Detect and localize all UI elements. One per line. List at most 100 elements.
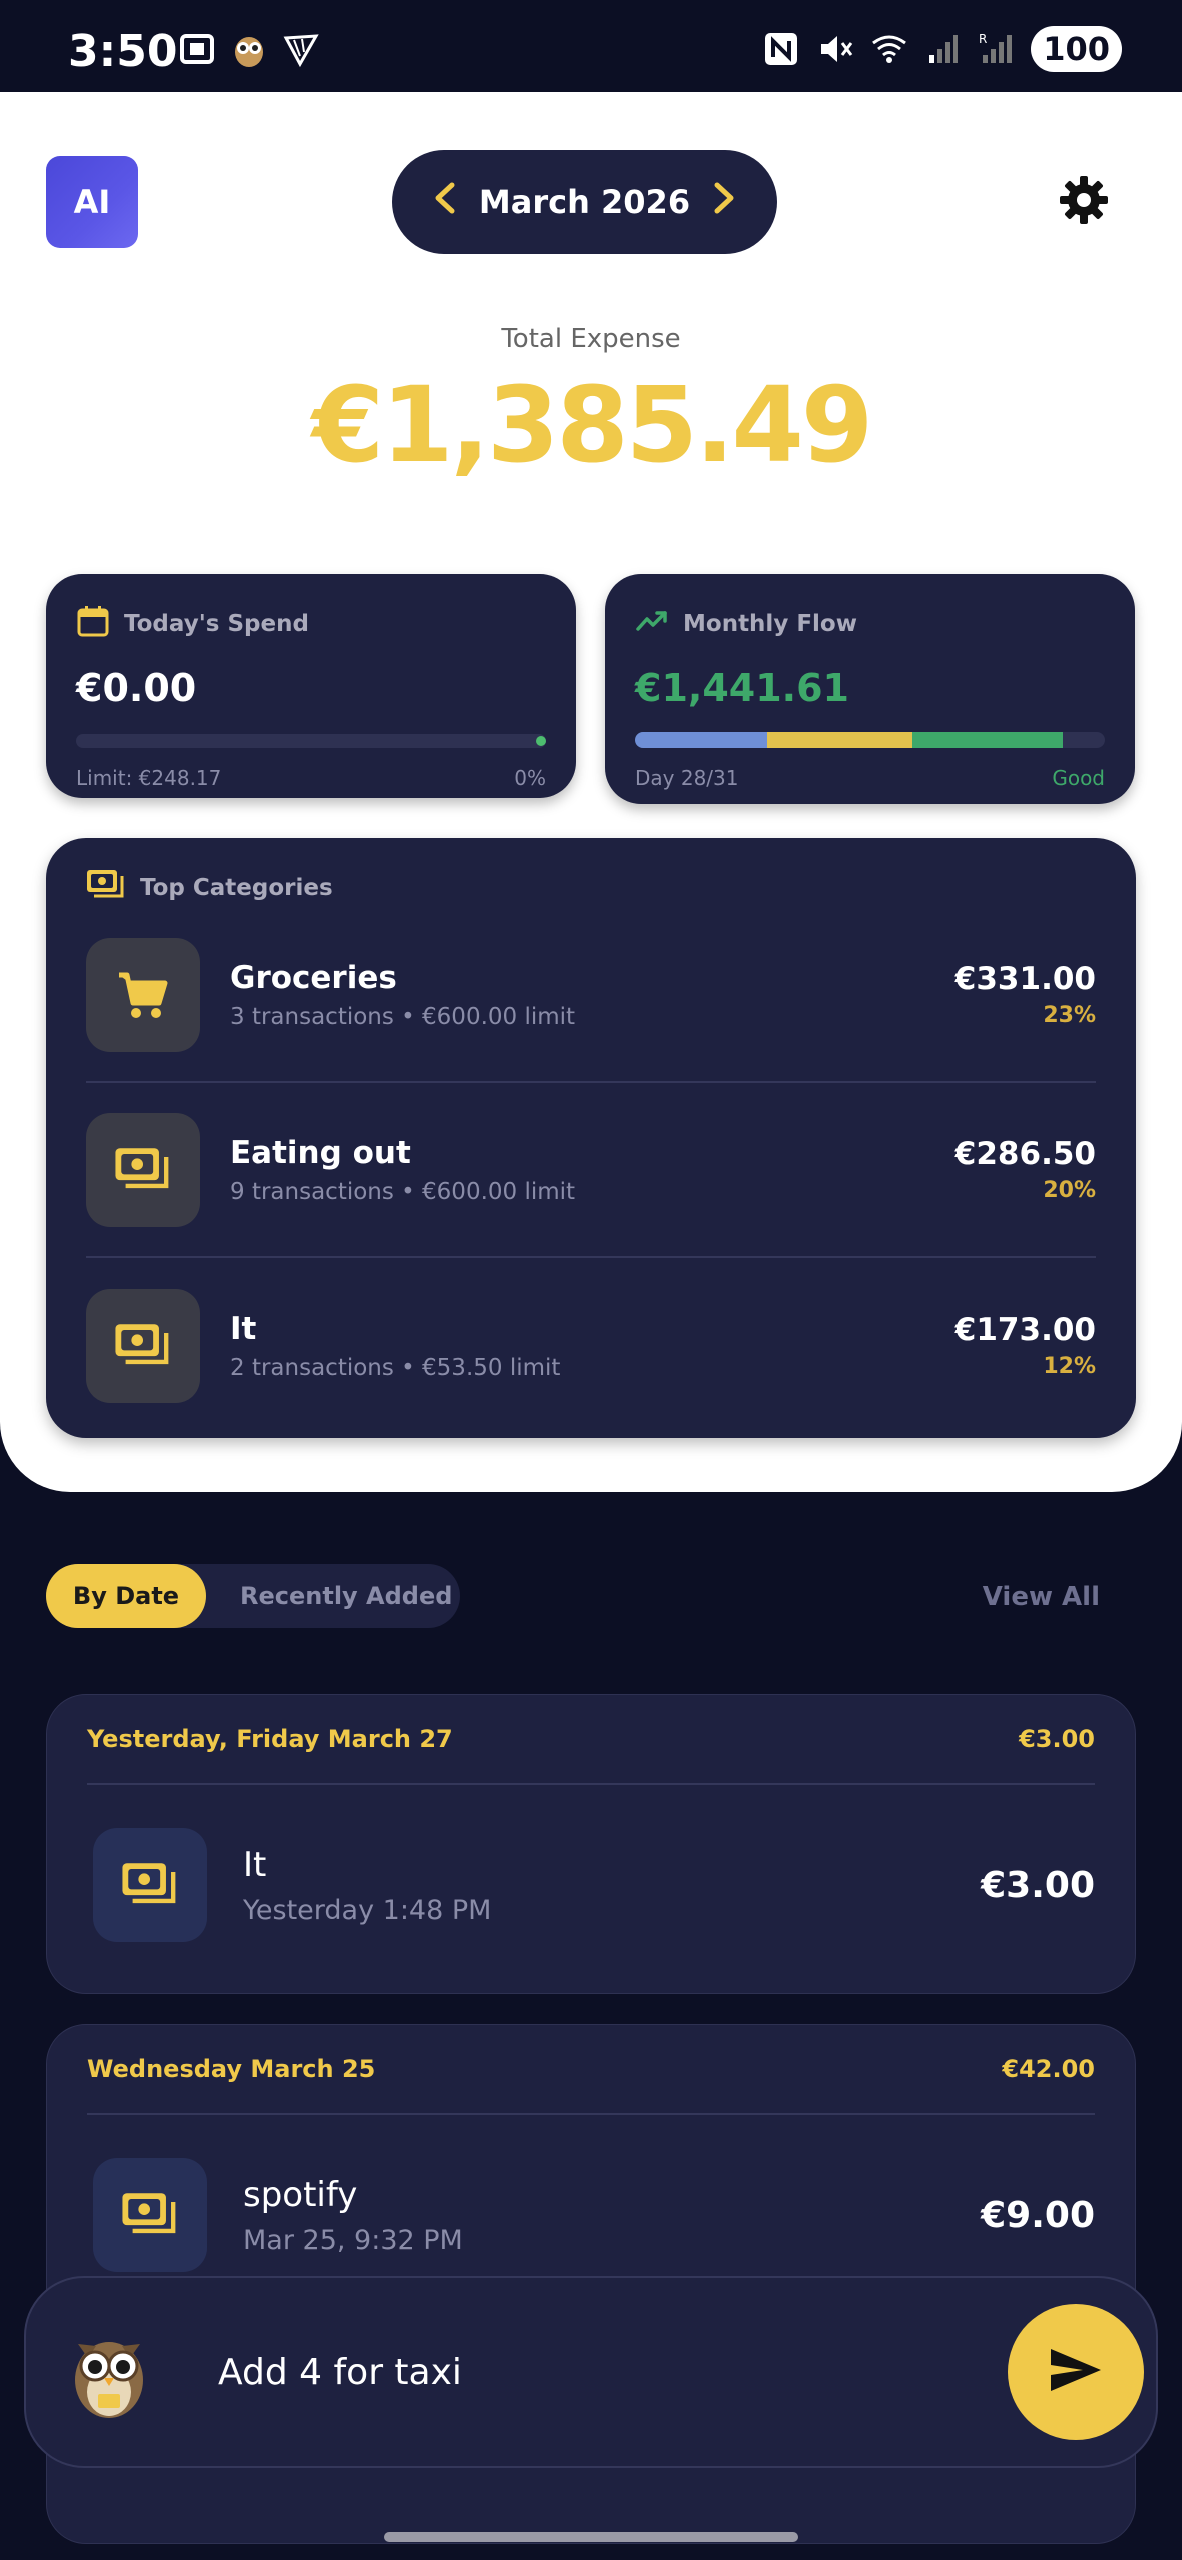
todays-spend-title: Today's Spend: [124, 611, 309, 637]
transaction-name: spotify: [243, 2174, 358, 2215]
status-bar: 3:50 R 100: [0, 0, 1182, 92]
signal-icon: [923, 29, 963, 69]
status-left-icons: [176, 28, 322, 70]
monthly-flow-bar: [635, 732, 1105, 748]
monthly-flow-value: €1,441.61: [635, 666, 849, 710]
by-date-tab[interactable]: By Date: [46, 1564, 206, 1628]
chat-input-bar: Add 4 for taxi: [24, 2276, 1158, 2468]
status-right-icons: R 100: [761, 26, 1122, 72]
category-text: Groceries 3 transactions • €600.00 limit: [230, 960, 955, 1030]
day-label: Yesterday, Friday March 27: [87, 1725, 453, 1753]
day-total: €42.00: [1002, 2055, 1095, 2083]
recently-added-tab[interactable]: Recently Added: [206, 1564, 452, 1628]
category-subtitle: 2 transactions • €53.50 limit: [230, 1354, 561, 1381]
todays-spend-card[interactable]: Today's Spend €0.00 Limit: €248.17 0%: [46, 574, 576, 798]
view-all-link[interactable]: View All: [983, 1582, 1100, 1612]
month-label[interactable]: March 2026: [479, 183, 690, 221]
monthly-flow-title: Monthly Flow: [683, 611, 857, 637]
cash-icon: [93, 1828, 207, 1942]
transaction-name: It: [243, 1844, 267, 1885]
transaction-amount: €3.00: [981, 1864, 1095, 1906]
cash-icon: [86, 1112, 200, 1227]
transaction-text: It Yesterday 1:48 PM: [243, 1845, 981, 1926]
gear-icon[interactable]: [1058, 174, 1110, 226]
cash-icon: [93, 2158, 207, 2272]
category-name: Eating out: [230, 1134, 411, 1171]
svg-text:R: R: [979, 32, 987, 46]
ryanair-icon: [280, 28, 322, 70]
category-amount: €286.50: [954, 1136, 1096, 1172]
status-time: 3:50: [68, 26, 178, 77]
transaction-amount: €9.00: [981, 2194, 1095, 2236]
monthly-flow-day: Day 28/31: [635, 766, 739, 790]
signal-roaming-icon: R: [977, 29, 1017, 69]
flow-bar-segment: [635, 732, 767, 748]
total-expense-value: €1,385.49: [311, 364, 874, 486]
category-amount: €331.00: [954, 961, 1096, 997]
sort-toggle: By Date Recently Added: [46, 1564, 460, 1628]
category-row[interactable]: Groceries 3 transactions • €600.00 limit…: [86, 908, 1096, 1083]
category-name: Groceries: [230, 959, 397, 996]
chevron-left-icon[interactable]: [432, 180, 458, 224]
transaction-text: spotify Mar 25, 9:32 PM: [243, 2175, 981, 2256]
transaction-row[interactable]: It Yesterday 1:48 PM €3.00: [87, 1785, 1095, 1985]
progress-dot: [536, 736, 546, 746]
monthly-flow-card[interactable]: Monthly Flow €1,441.61 Day 28/31 Good: [605, 574, 1135, 804]
screenshot-icon: [176, 28, 218, 70]
ai-button[interactable]: AI: [46, 156, 138, 248]
day-header: Yesterday, Friday March 27 €3.00: [87, 1695, 1095, 1785]
category-text: It 2 transactions • €53.50 limit: [230, 1311, 955, 1381]
mute-icon: [815, 29, 855, 69]
cash-icon: [86, 1288, 200, 1403]
category-amount: €173.00: [954, 1312, 1096, 1348]
top-categories-header: Top Categories: [86, 868, 1096, 908]
flow-bar-segment: [912, 732, 1063, 748]
category-values: €286.50 20%: [955, 1136, 1096, 1203]
category-percent: 20%: [1043, 1178, 1096, 1203]
cart-icon: [86, 937, 200, 1052]
todays-spend-progress: [76, 734, 546, 748]
category-row[interactable]: Eating out 9 transactions • €600.00 limi…: [86, 1083, 1096, 1258]
cash-icon: [86, 868, 126, 908]
flow-bar-segment: [766, 732, 913, 748]
transaction-time: Yesterday 1:48 PM: [243, 1894, 492, 1926]
category-name: It: [230, 1310, 257, 1347]
category-percent: 12%: [1043, 1354, 1096, 1379]
category-values: €173.00 12%: [955, 1312, 1096, 1379]
category-subtitle: 3 transactions • €600.00 limit: [230, 1003, 576, 1030]
category-percent: 23%: [1043, 1003, 1096, 1028]
category-text: Eating out 9 transactions • €600.00 limi…: [230, 1135, 955, 1205]
todays-spend-limit: Limit: €248.17: [76, 766, 222, 790]
chat-input-field[interactable]: Add 4 for taxi: [218, 2352, 1008, 2393]
day-total: €3.00: [1019, 1725, 1095, 1753]
monthly-flow-footer: Day 28/31 Good: [635, 766, 1105, 790]
todays-spend-header: Today's Spend: [76, 604, 546, 644]
wifi-icon: [869, 29, 909, 69]
day-header: Wednesday March 25 €42.00: [87, 2025, 1095, 2115]
day-label: Wednesday March 25: [87, 2055, 376, 2083]
send-icon: [1047, 2345, 1105, 2399]
calendar-icon: [76, 604, 110, 644]
monthly-flow-status: Good: [1052, 766, 1105, 790]
owl-icon: [64, 2322, 154, 2422]
todays-spend-percent: 0%: [514, 766, 546, 790]
day-group: Yesterday, Friday March 27 €3.00 It Yest…: [46, 1694, 1136, 1994]
send-button[interactable]: [1008, 2304, 1144, 2440]
todays-spend-value: €0.00: [76, 666, 197, 710]
home-indicator[interactable]: [384, 2532, 798, 2542]
month-selector: March 2026: [392, 150, 777, 254]
category-values: €331.00 23%: [955, 961, 1096, 1028]
nfc-icon: [761, 29, 801, 69]
chevron-right-icon[interactable]: [711, 180, 737, 224]
battery-indicator: 100: [1031, 26, 1122, 72]
category-subtitle: 9 transactions • €600.00 limit: [230, 1178, 576, 1205]
trend-up-icon: [635, 604, 669, 644]
total-expense-label: Total Expense: [501, 324, 681, 354]
top-categories-title: Top Categories: [140, 875, 333, 901]
owl-app-icon: [228, 28, 270, 70]
monthly-flow-header: Monthly Flow: [635, 604, 1105, 644]
todays-spend-footer: Limit: €248.17 0%: [76, 766, 546, 790]
transaction-time: Mar 25, 9:32 PM: [243, 2224, 463, 2256]
summary-panel: AI March 2026 Total Expense €1,385.49 To…: [0, 92, 1182, 1492]
category-row[interactable]: It 2 transactions • €53.50 limit €173.00…: [86, 1258, 1096, 1433]
